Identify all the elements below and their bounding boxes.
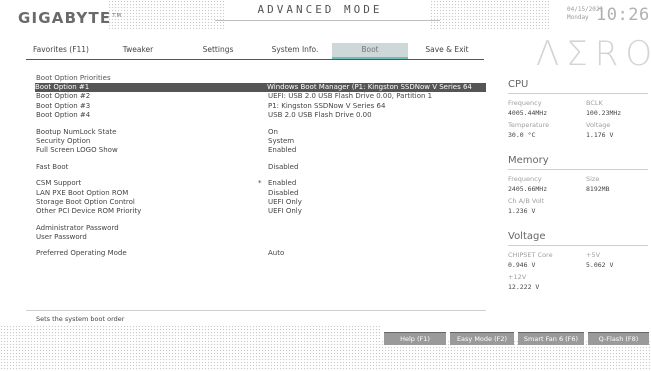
memory-frequency-value: 2405.66MHz — [508, 185, 548, 193]
easy-mode-button[interactable]: Easy Mode (F2) — [450, 332, 514, 345]
qflash-button[interactable]: Q-Flash (F8) — [588, 332, 649, 345]
setting-label: Security Option — [36, 136, 91, 145]
memory-frequency-label: Frequency — [508, 175, 542, 183]
setting-value: UEFI Only — [268, 197, 302, 206]
boot-priorities-heading: Boot Option Priorities — [36, 74, 111, 82]
help-button[interactable]: Help (F1) — [384, 332, 446, 345]
boot-option-label: Boot Option #2 — [36, 92, 91, 101]
boot-option-label: Boot Option #3 — [36, 101, 91, 110]
boot-option-value: USB 2.0 USB Flash Drive 0.00 — [268, 111, 372, 120]
aero-brand-logo: ΛΣRO — [536, 34, 651, 74]
chipset-core-value: 0.946 V — [508, 261, 536, 269]
tab-save-exit[interactable]: Save & Exit — [416, 43, 478, 57]
csm-support-row[interactable]: CSM Support * Enabled — [36, 179, 486, 188]
voltage-divider — [508, 245, 648, 246]
boot-option-2-row[interactable]: Boot Option #2 UEFI: USB 2.0 USB Flash D… — [36, 92, 486, 101]
memory-size-label: Size — [586, 175, 600, 183]
setting-value: Enabled — [268, 179, 297, 188]
tabs-divider — [26, 59, 484, 60]
header-decoration-right — [430, 0, 550, 30]
tab-favorites[interactable]: Favorites (F11) — [26, 43, 96, 57]
clock-display: 10:26 — [596, 5, 650, 25]
security-option-row[interactable]: Security Option System — [36, 137, 486, 146]
tab-system-info[interactable]: System Info. — [260, 43, 330, 57]
setting-value: Auto — [268, 249, 285, 258]
memory-size-value: 8192MB — [586, 185, 610, 193]
lan-pxe-row[interactable]: LAN PXE Boot Option ROM Disabled — [36, 189, 486, 198]
boot-option-1-row[interactable]: Boot Option #1 Windows Boot Manager (P1:… — [35, 83, 486, 93]
memory-voltage-value: 1.236 V — [508, 207, 536, 215]
setting-label: Fast Boot — [36, 162, 69, 171]
boot-option-4-row[interactable]: Boot Option #4 USB 2.0 USB Flash Drive 0… — [36, 111, 486, 120]
setting-value: Disabled — [268, 162, 299, 171]
boot-option-value: UEFI: USB 2.0 USB Flash Drive 0.00, Part… — [268, 92, 433, 101]
boot-settings-panel: Boot Option Priorities Boot Option #1 Wi… — [35, 73, 486, 259]
header-decoration-left — [108, 0, 225, 30]
memory-voltage-label: Ch A/B Volt — [508, 197, 545, 205]
help-text: Sets the system boot order — [36, 315, 125, 323]
setting-label: Preferred Operating Mode — [36, 249, 127, 258]
cpu-frequency-value: 4005.44MHz — [508, 109, 548, 117]
setting-label: Full Screen LOGO Show — [36, 146, 118, 155]
setting-value: UEFI Only — [268, 207, 302, 216]
administrator-password-row[interactable]: Administrator Password — [36, 224, 486, 233]
tab-boot[interactable]: Boot — [332, 43, 408, 59]
favorite-star-icon: * — [258, 179, 262, 188]
boot-option-label: Boot Option #4 — [36, 111, 91, 120]
cpu-divider — [508, 93, 648, 94]
fast-boot-row[interactable]: Fast Boot Disabled — [36, 163, 486, 172]
setting-label: Other PCI Device ROM Priority — [36, 207, 142, 216]
setting-value: Enabled — [268, 146, 297, 155]
footer-decoration-upper — [0, 325, 380, 345]
tab-settings[interactable]: Settings — [188, 43, 248, 57]
boot-option-3-row[interactable]: Boot Option #3 P1: Kingston SSDNow V Ser… — [36, 102, 486, 111]
boot-option-value: Windows Boot Manager (P1: Kingston SSDNo… — [267, 83, 472, 91]
setting-label: Administrator Password — [36, 223, 119, 232]
v12-label: +12V — [508, 273, 527, 281]
other-pci-rom-row[interactable]: Other PCI Device ROM Priority UEFI Only — [36, 207, 486, 216]
cpu-voltage-label: Voltage — [586, 121, 611, 129]
cpu-bclk-label: BCLK — [586, 99, 603, 107]
setting-label: User Password — [36, 233, 87, 242]
tab-tweaker[interactable]: Tweaker — [108, 43, 168, 57]
v5-value: 5.062 V — [586, 261, 614, 269]
setting-label: LAN PXE Boot Option ROM — [36, 188, 129, 197]
cpu-heading: CPU — [508, 79, 529, 90]
memory-divider — [508, 169, 648, 170]
help-divider — [26, 310, 486, 311]
hardware-monitor-panel: CPU Frequency BCLK 4005.44MHz 100.23MHz Te… — [508, 78, 648, 292]
cpu-temperature-value: 30.0 °C — [508, 131, 536, 139]
setting-label: Storage Boot Option Control — [36, 197, 135, 206]
boot-option-label: Boot Option #1 — [35, 83, 90, 91]
setting-label: CSM Support — [36, 179, 82, 188]
cpu-voltage-value: 1.176 V — [586, 131, 614, 139]
setting-value: System — [268, 136, 295, 145]
v12-value: 12.222 V — [508, 283, 540, 291]
user-password-row[interactable]: User Password — [36, 233, 486, 242]
cpu-frequency-label: Frequency — [508, 99, 542, 107]
preferred-operating-mode-row[interactable]: Preferred Operating Mode Auto — [36, 249, 486, 258]
main-tabs: Favorites (F11) Tweaker Settings System … — [26, 43, 486, 63]
cpu-temperature-label: Temperature — [508, 121, 550, 129]
gigabyte-logo: GIGABYTETM — [18, 9, 123, 27]
memory-heading: Memory — [508, 155, 549, 166]
numlock-state-row[interactable]: Bootup NumLock State On — [36, 128, 486, 137]
full-screen-logo-row[interactable]: Full Screen LOGO Show Enabled — [36, 146, 486, 155]
voltage-heading: Voltage — [508, 231, 546, 242]
setting-value: Disabled — [268, 188, 299, 197]
setting-label: Bootup NumLock State — [36, 127, 117, 136]
smart-fan-button[interactable]: Smart Fan 6 (F6) — [518, 332, 584, 345]
chipset-core-label: CHIPSET Core — [508, 251, 553, 259]
setting-value: On — [268, 127, 278, 136]
mode-title: ADVANCED MODE — [257, 3, 383, 16]
header-bar: GIGABYTETM ADVANCED MODE 04/15/2021 Mond… — [0, 0, 651, 36]
v5-label: +5V — [586, 251, 601, 259]
mode-title-underline — [215, 20, 440, 21]
boot-option-value: P1: Kingston SSDNow V Series 64 — [268, 101, 386, 110]
storage-boot-option-row[interactable]: Storage Boot Option Control UEFI Only — [36, 198, 486, 207]
cpu-bclk-value: 100.23MHz — [586, 109, 622, 117]
